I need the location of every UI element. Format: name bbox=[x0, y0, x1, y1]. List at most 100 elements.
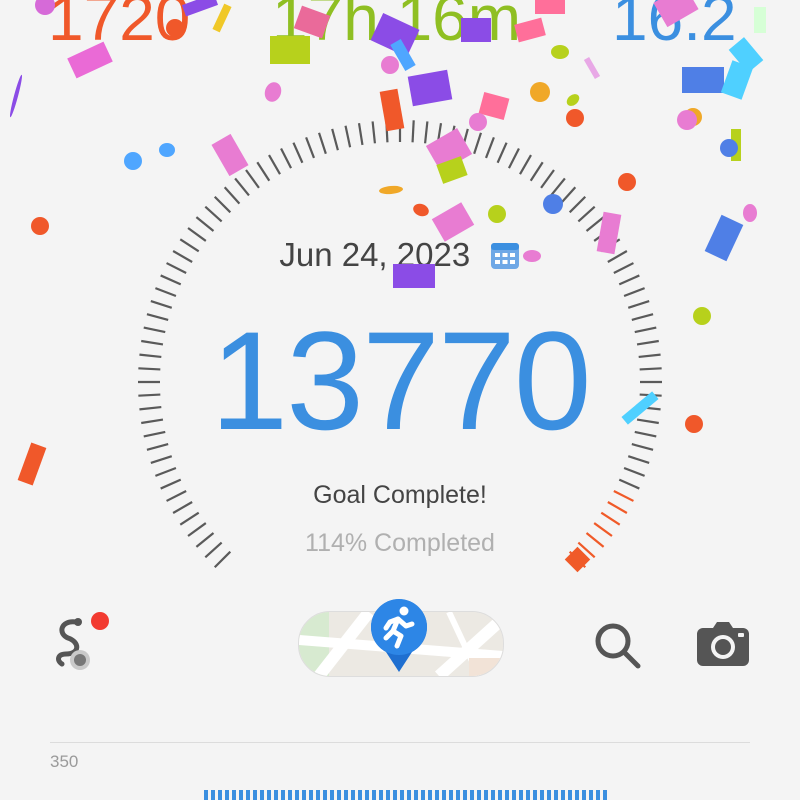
hourly-bar bbox=[330, 790, 334, 800]
hourly-bar bbox=[302, 790, 306, 800]
gauge-tick bbox=[155, 287, 177, 298]
hourly-bar bbox=[358, 790, 362, 800]
chart-y-label: 350 bbox=[50, 752, 79, 771]
gauge-tick bbox=[448, 125, 456, 148]
gauge-tick bbox=[529, 161, 544, 182]
gauge-tick bbox=[204, 205, 223, 223]
hourly-bar bbox=[456, 790, 460, 800]
date-label[interactable]: Jun 24, 2023 bbox=[279, 236, 470, 273]
chart-gridline bbox=[50, 742, 750, 743]
hourly-bar bbox=[274, 790, 278, 800]
gauge-tick bbox=[484, 137, 495, 159]
hourly-bar bbox=[547, 790, 551, 800]
gauge-tick bbox=[618, 274, 640, 286]
gauge-tick bbox=[507, 148, 520, 169]
gauge-tick bbox=[179, 511, 200, 526]
hourly-bar bbox=[253, 790, 257, 800]
hourly-bar bbox=[491, 790, 495, 800]
hourly-bar bbox=[540, 790, 544, 800]
start-run-button[interactable] bbox=[368, 596, 430, 672]
search-icon bbox=[595, 623, 641, 669]
hourly-bar bbox=[589, 790, 593, 800]
hourly-bar bbox=[421, 790, 425, 800]
hourly-bar bbox=[393, 790, 397, 800]
gauge-tick bbox=[268, 154, 281, 175]
gauge-tick bbox=[496, 142, 508, 164]
hourly-bar bbox=[386, 790, 390, 800]
hourly-bar bbox=[435, 790, 439, 800]
hourly-bar bbox=[260, 790, 264, 800]
calendar-icon[interactable] bbox=[489, 239, 521, 271]
hourly-bar bbox=[442, 790, 446, 800]
gauge-tick bbox=[317, 132, 327, 155]
gauge-tick bbox=[357, 123, 364, 146]
gauge-tick bbox=[436, 123, 443, 146]
step-count: 13770 bbox=[210, 302, 591, 459]
gauge-tick bbox=[150, 455, 173, 465]
hourly-bar bbox=[428, 790, 432, 800]
hourly-bar bbox=[603, 790, 607, 800]
hourly-bar bbox=[295, 790, 299, 800]
hourly-bar bbox=[477, 790, 481, 800]
gauge-tick bbox=[195, 216, 215, 232]
hourly-bar bbox=[365, 790, 369, 800]
date-row[interactable]: Jun 24, 2023 bbox=[0, 236, 800, 274]
gauge-tick bbox=[411, 120, 415, 143]
hourly-bar bbox=[582, 790, 586, 800]
hourly-bar bbox=[337, 790, 341, 800]
hourly-bar bbox=[211, 790, 215, 800]
gauge-tick bbox=[344, 125, 352, 148]
hourly-bar bbox=[344, 790, 348, 800]
gauge-tick bbox=[213, 195, 232, 214]
gauge-tick bbox=[559, 186, 577, 205]
gauge-tick bbox=[568, 195, 587, 214]
camera-button[interactable] bbox=[696, 620, 750, 668]
gauge-tick bbox=[256, 161, 271, 182]
gauge-tick bbox=[461, 128, 469, 151]
gauge-tick bbox=[577, 205, 596, 223]
hourly-bar bbox=[533, 790, 537, 800]
gauge-tick bbox=[155, 466, 177, 477]
hourly-bar bbox=[316, 790, 320, 800]
hourly-bar bbox=[232, 790, 236, 800]
hourly-bar bbox=[204, 790, 208, 800]
route-icon bbox=[56, 618, 90, 670]
gauge-tick bbox=[519, 154, 532, 175]
hourly-bar bbox=[519, 790, 523, 800]
hourly-bar bbox=[246, 790, 250, 800]
hourly-bar bbox=[407, 790, 411, 800]
percent-completed: 114% Completed bbox=[305, 529, 495, 557]
hourly-bar bbox=[281, 790, 285, 800]
search-button[interactable] bbox=[592, 620, 644, 672]
hourly-bar bbox=[288, 790, 292, 800]
gauge-tick bbox=[623, 466, 645, 477]
gauge-tick bbox=[600, 511, 621, 526]
gauge-tick bbox=[331, 128, 339, 151]
gauge-tick bbox=[245, 169, 260, 189]
gauge-tick bbox=[234, 177, 250, 197]
gauge-tick bbox=[292, 142, 304, 164]
hourly-bar bbox=[267, 790, 271, 800]
hourly-bar bbox=[218, 790, 222, 800]
hourly-bar bbox=[561, 790, 565, 800]
notification-dot bbox=[91, 612, 109, 630]
hourly-bar bbox=[323, 790, 327, 800]
route-button[interactable] bbox=[46, 608, 110, 680]
gauge-tick bbox=[473, 132, 483, 155]
gauge-tick bbox=[280, 148, 293, 169]
goal-status: Goal Complete! bbox=[313, 481, 487, 509]
hourly-bar bbox=[351, 790, 355, 800]
hourly-bar bbox=[449, 790, 453, 800]
gauge-tick bbox=[585, 216, 605, 232]
gauge-tick bbox=[385, 120, 389, 143]
gauge-tick bbox=[423, 121, 429, 144]
hourly-bar bbox=[379, 790, 383, 800]
gauge-tick bbox=[223, 186, 241, 205]
hourly-bar bbox=[526, 790, 530, 800]
gauge-tick bbox=[627, 455, 650, 465]
hourly-bar bbox=[372, 790, 376, 800]
hourly-bar bbox=[463, 790, 467, 800]
gauge-tick bbox=[371, 121, 377, 144]
hourly-bar bbox=[414, 790, 418, 800]
gauge-tick bbox=[550, 177, 566, 197]
